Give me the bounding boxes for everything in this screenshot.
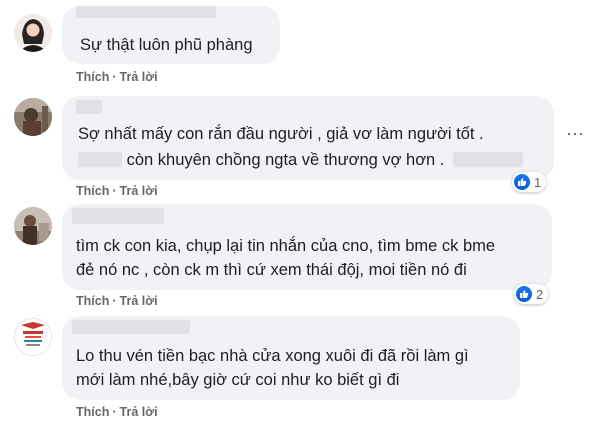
comment-bubble: Sợ nhất mấy con rắn đầu người , giả vơ l… xyxy=(62,96,554,180)
reply-link[interactable]: Trả lời xyxy=(120,405,158,419)
author-name-redacted[interactable] xyxy=(76,6,216,18)
like-link[interactable]: Thích xyxy=(76,405,109,419)
author-name-redacted[interactable] xyxy=(72,320,190,334)
like-link[interactable]: Thích xyxy=(76,70,109,84)
comment-text: Sự thật luôn phũ phàng xyxy=(80,36,253,54)
reaction-count: 1 xyxy=(534,174,542,190)
avatar[interactable] xyxy=(14,98,52,136)
reply-link[interactable]: Trả lời xyxy=(120,294,158,308)
author-name-redacted[interactable] xyxy=(72,208,164,224)
comment-bubble: tìm ck con kia, chụp lại tin nhắn của cn… xyxy=(62,204,552,290)
comment-text-line-1: Lo thu vén tiền bạc nhà cửa xong xuôi đi… xyxy=(76,347,469,365)
reaction-count: 2 xyxy=(536,286,544,302)
like-link[interactable]: Thích xyxy=(76,294,109,308)
comment-actions: Thích · Trả lời xyxy=(76,405,158,419)
comment-text-line-2: mới làm nhé,bây giờ cứ coi như ko biết g… xyxy=(76,371,400,389)
more-options-icon[interactable]: ⋯ xyxy=(566,124,585,145)
like-icon xyxy=(516,286,532,302)
avatar[interactable] xyxy=(14,318,52,356)
comment-bubble: Lo thu vén tiền bạc nhà cửa xong xuôi đi… xyxy=(62,316,520,400)
comment-text-line-1: Sợ nhất mấy con rắn đầu người , giả vơ l… xyxy=(78,125,484,143)
avatar[interactable] xyxy=(14,207,52,245)
author-name-redacted[interactable] xyxy=(76,100,102,114)
comment-text-line-1: tìm ck con kia, chụp lại tin nhắn của cn… xyxy=(76,237,496,255)
comment-text-line-2: còn khuyên chồng ngta về thương vợ hơn . xyxy=(78,148,523,172)
mention-redacted[interactable] xyxy=(452,152,523,167)
comment-text-line-2: đẻ nó nc , còn ck m thì cứ xem thái độj,… xyxy=(76,261,467,279)
comment-actions: Thích · Trả lời xyxy=(76,184,158,198)
comment-bubble: Sự thật luôn phũ phàng xyxy=(62,6,280,64)
reaction-summary[interactable]: 2 xyxy=(514,284,549,304)
comment-actions: Thích · Trả lời xyxy=(76,294,158,308)
avatar[interactable] xyxy=(14,14,52,52)
comment-text: còn khuyên chồng ngta về thương vợ hơn . xyxy=(126,151,445,169)
mention-redacted[interactable] xyxy=(78,152,122,167)
like-icon xyxy=(514,174,530,190)
comment-actions: Thích · Trả lời xyxy=(76,70,158,84)
reply-link[interactable]: Trả lời xyxy=(120,184,158,198)
reaction-summary[interactable]: 1 xyxy=(512,172,547,192)
reply-link[interactable]: Trả lời xyxy=(120,70,158,84)
like-link[interactable]: Thích xyxy=(76,184,109,198)
